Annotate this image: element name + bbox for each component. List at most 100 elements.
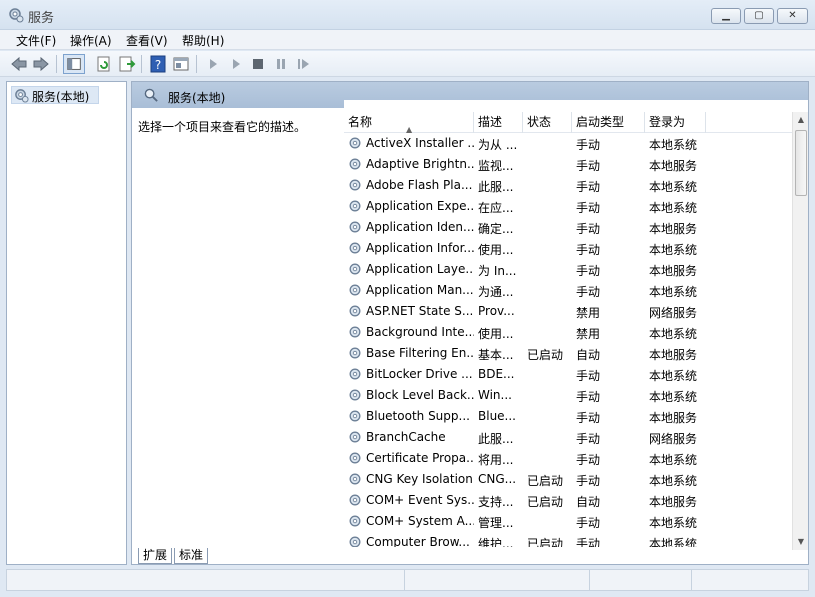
- service-name: Adobe Flash Pla...: [366, 178, 473, 192]
- column-header-description[interactable]: 描述: [474, 112, 523, 133]
- service-name: ASP.NET State S...: [366, 304, 474, 318]
- service-row[interactable]: Background Inte... 使用... 禁用 本地系统: [344, 322, 792, 343]
- vertical-scrollbar[interactable]: ▲ ▼: [792, 112, 808, 550]
- toolbar-separator: [141, 55, 142, 73]
- service-description: BDE...: [478, 367, 515, 381]
- export-list-icon[interactable]: [117, 54, 137, 74]
- service-name: BranchCache: [366, 430, 446, 444]
- column-header-name-label: 名称: [348, 115, 373, 129]
- service-gear-icon: [349, 410, 361, 422]
- tab-standard[interactable]: 标准: [174, 548, 209, 564]
- service-status: 已启动: [527, 537, 564, 547]
- column-header-name[interactable]: 名称 ▲: [344, 112, 474, 134]
- stop-service-icon[interactable]: [248, 54, 268, 74]
- service-log-on-as: 本地服务: [649, 495, 698, 509]
- service-row[interactable]: ActiveX Installer ... 为从 ... 手动 本地系统: [344, 133, 792, 154]
- service-gear-icon: [349, 452, 361, 464]
- refresh-icon[interactable]: [94, 54, 114, 74]
- menu-file[interactable]: 文件(F): [16, 32, 56, 49]
- service-row[interactable]: Application Infor... 使用... 手动 本地系统: [344, 238, 792, 259]
- service-log-on-as: 本地系统: [649, 537, 698, 547]
- close-button[interactable]: ✕: [777, 8, 808, 24]
- service-gear-icon: [349, 368, 361, 380]
- service-row[interactable]: ASP.NET State S... Prov... 禁用 网络服务: [344, 301, 792, 322]
- help-icon[interactable]: ?: [148, 54, 168, 74]
- status-bar: [6, 569, 809, 591]
- resume-service-icon[interactable]: [226, 54, 246, 74]
- maximize-button[interactable]: ▢: [744, 8, 774, 24]
- menu-view[interactable]: 查看(V): [126, 32, 168, 49]
- column-header-log-on-as[interactable]: 登录为: [645, 112, 706, 133]
- service-name: Application Infor...: [366, 241, 474, 255]
- service-description: Blue...: [478, 409, 516, 423]
- service-row[interactable]: Application Expe... 在应... 手动 本地系统: [344, 196, 792, 217]
- service-row[interactable]: COM+ System A... 管理... 手动 本地系统: [344, 511, 792, 532]
- forward-arrow-icon[interactable]: [31, 54, 51, 74]
- service-description: 此服...: [478, 180, 514, 194]
- service-row[interactable]: Block Level Back... Win... 手动 本地系统: [344, 385, 792, 406]
- service-row[interactable]: BitLocker Drive ... BDE... 手动 本地系统: [344, 364, 792, 385]
- service-description: 基本...: [478, 348, 514, 362]
- back-arrow-icon[interactable]: [9, 54, 29, 74]
- service-name: BitLocker Drive ...: [366, 367, 473, 381]
- scroll-up-icon[interactable]: ▲: [793, 112, 809, 128]
- service-row[interactable]: Application Iden... 确定... 手动 本地服务: [344, 217, 792, 238]
- details-header-title: 服务(本地): [168, 91, 226, 105]
- menu-help[interactable]: 帮助(H): [182, 32, 224, 49]
- service-name: Application Expe...: [366, 199, 474, 213]
- service-gear-icon: [349, 284, 361, 296]
- service-row[interactable]: COM+ Event Sys... 支持... 已启动 自动 本地服务: [344, 490, 792, 511]
- title-bar: 服务 ▁ ▢ ✕: [0, 0, 815, 30]
- show-hide-console-tree-icon[interactable]: [63, 54, 85, 74]
- service-log-on-as: 本地系统: [649, 453, 698, 467]
- toolbar-separator: [196, 55, 197, 73]
- service-row[interactable]: CNG Key Isolation CNG... 已启动 手动 本地系统: [344, 469, 792, 490]
- column-header-startup-type[interactable]: 启动类型: [572, 112, 645, 133]
- service-description: CNG...: [478, 472, 517, 486]
- service-startup-type: 手动: [576, 201, 601, 215]
- pause-service-icon[interactable]: [271, 54, 291, 74]
- service-row[interactable]: Adaptive Brightn... 监视... 手动 本地服务: [344, 154, 792, 175]
- services-gear-icon: [15, 89, 29, 103]
- service-gear-icon: [349, 515, 361, 527]
- service-description: 在应...: [478, 201, 514, 215]
- service-gear-icon: [349, 137, 361, 149]
- tree-node-services-local[interactable]: 服务(本地): [11, 86, 99, 104]
- menu-bar: 文件(F) 操作(A) 查看(V) 帮助(H): [0, 30, 815, 50]
- restart-service-icon[interactable]: [293, 54, 313, 74]
- properties-icon[interactable]: [171, 54, 191, 74]
- service-row[interactable]: Bluetooth Supp... Blue... 手动 本地服务: [344, 406, 792, 427]
- tab-extended[interactable]: 扩展: [138, 548, 173, 564]
- service-row[interactable]: BranchCache 此服... 手动 网络服务: [344, 427, 792, 448]
- tree-node-label: 服务(本地): [32, 90, 90, 104]
- service-startup-type: 手动: [576, 453, 601, 467]
- service-row[interactable]: Adobe Flash Pla... 此服... 手动 本地系统: [344, 175, 792, 196]
- service-description: 为通...: [478, 285, 514, 299]
- service-description: 确定...: [478, 222, 514, 236]
- minimize-button[interactable]: ▁: [711, 8, 741, 24]
- service-row[interactable]: Certificate Propa... 将用... 手动 本地系统: [344, 448, 792, 469]
- service-startup-type: 手动: [576, 138, 601, 152]
- service-row[interactable]: Application Man... 为通... 手动 本地系统: [344, 280, 792, 301]
- minimize-icon: ▁: [722, 10, 730, 21]
- scroll-thumb[interactable]: [795, 130, 807, 196]
- start-service-icon[interactable]: [203, 54, 223, 74]
- service-name: Application Iden...: [366, 220, 474, 234]
- service-name: Base Filtering En...: [366, 346, 474, 360]
- service-gear-icon: [349, 263, 361, 275]
- service-description: 将用...: [478, 453, 514, 467]
- menu-action[interactable]: 操作(A): [70, 32, 112, 49]
- service-row[interactable]: Computer Brow... 维护... 已启动 手动 本地系统: [344, 532, 792, 547]
- column-header-status[interactable]: 状态: [523, 112, 572, 133]
- service-description: 维护...: [478, 537, 514, 547]
- details-pane: 服务(本地) 选择一个项目来查看它的描述。 名称 ▲ 描述 状态 启动类型 登录…: [131, 81, 809, 565]
- service-log-on-as: 本地系统: [649, 180, 698, 194]
- close-icon: ✕: [788, 10, 797, 21]
- service-gear-icon: [349, 242, 361, 254]
- service-gear-icon: [349, 158, 361, 170]
- service-startup-type: 自动: [576, 348, 601, 362]
- service-log-on-as: 本地服务: [649, 264, 698, 278]
- service-row[interactable]: Application Laye... 为 In... 手动 本地服务: [344, 259, 792, 280]
- console-tree: 服务(本地): [6, 81, 127, 565]
- service-row[interactable]: Base Filtering En... 基本... 已启动 自动 本地服务: [344, 343, 792, 364]
